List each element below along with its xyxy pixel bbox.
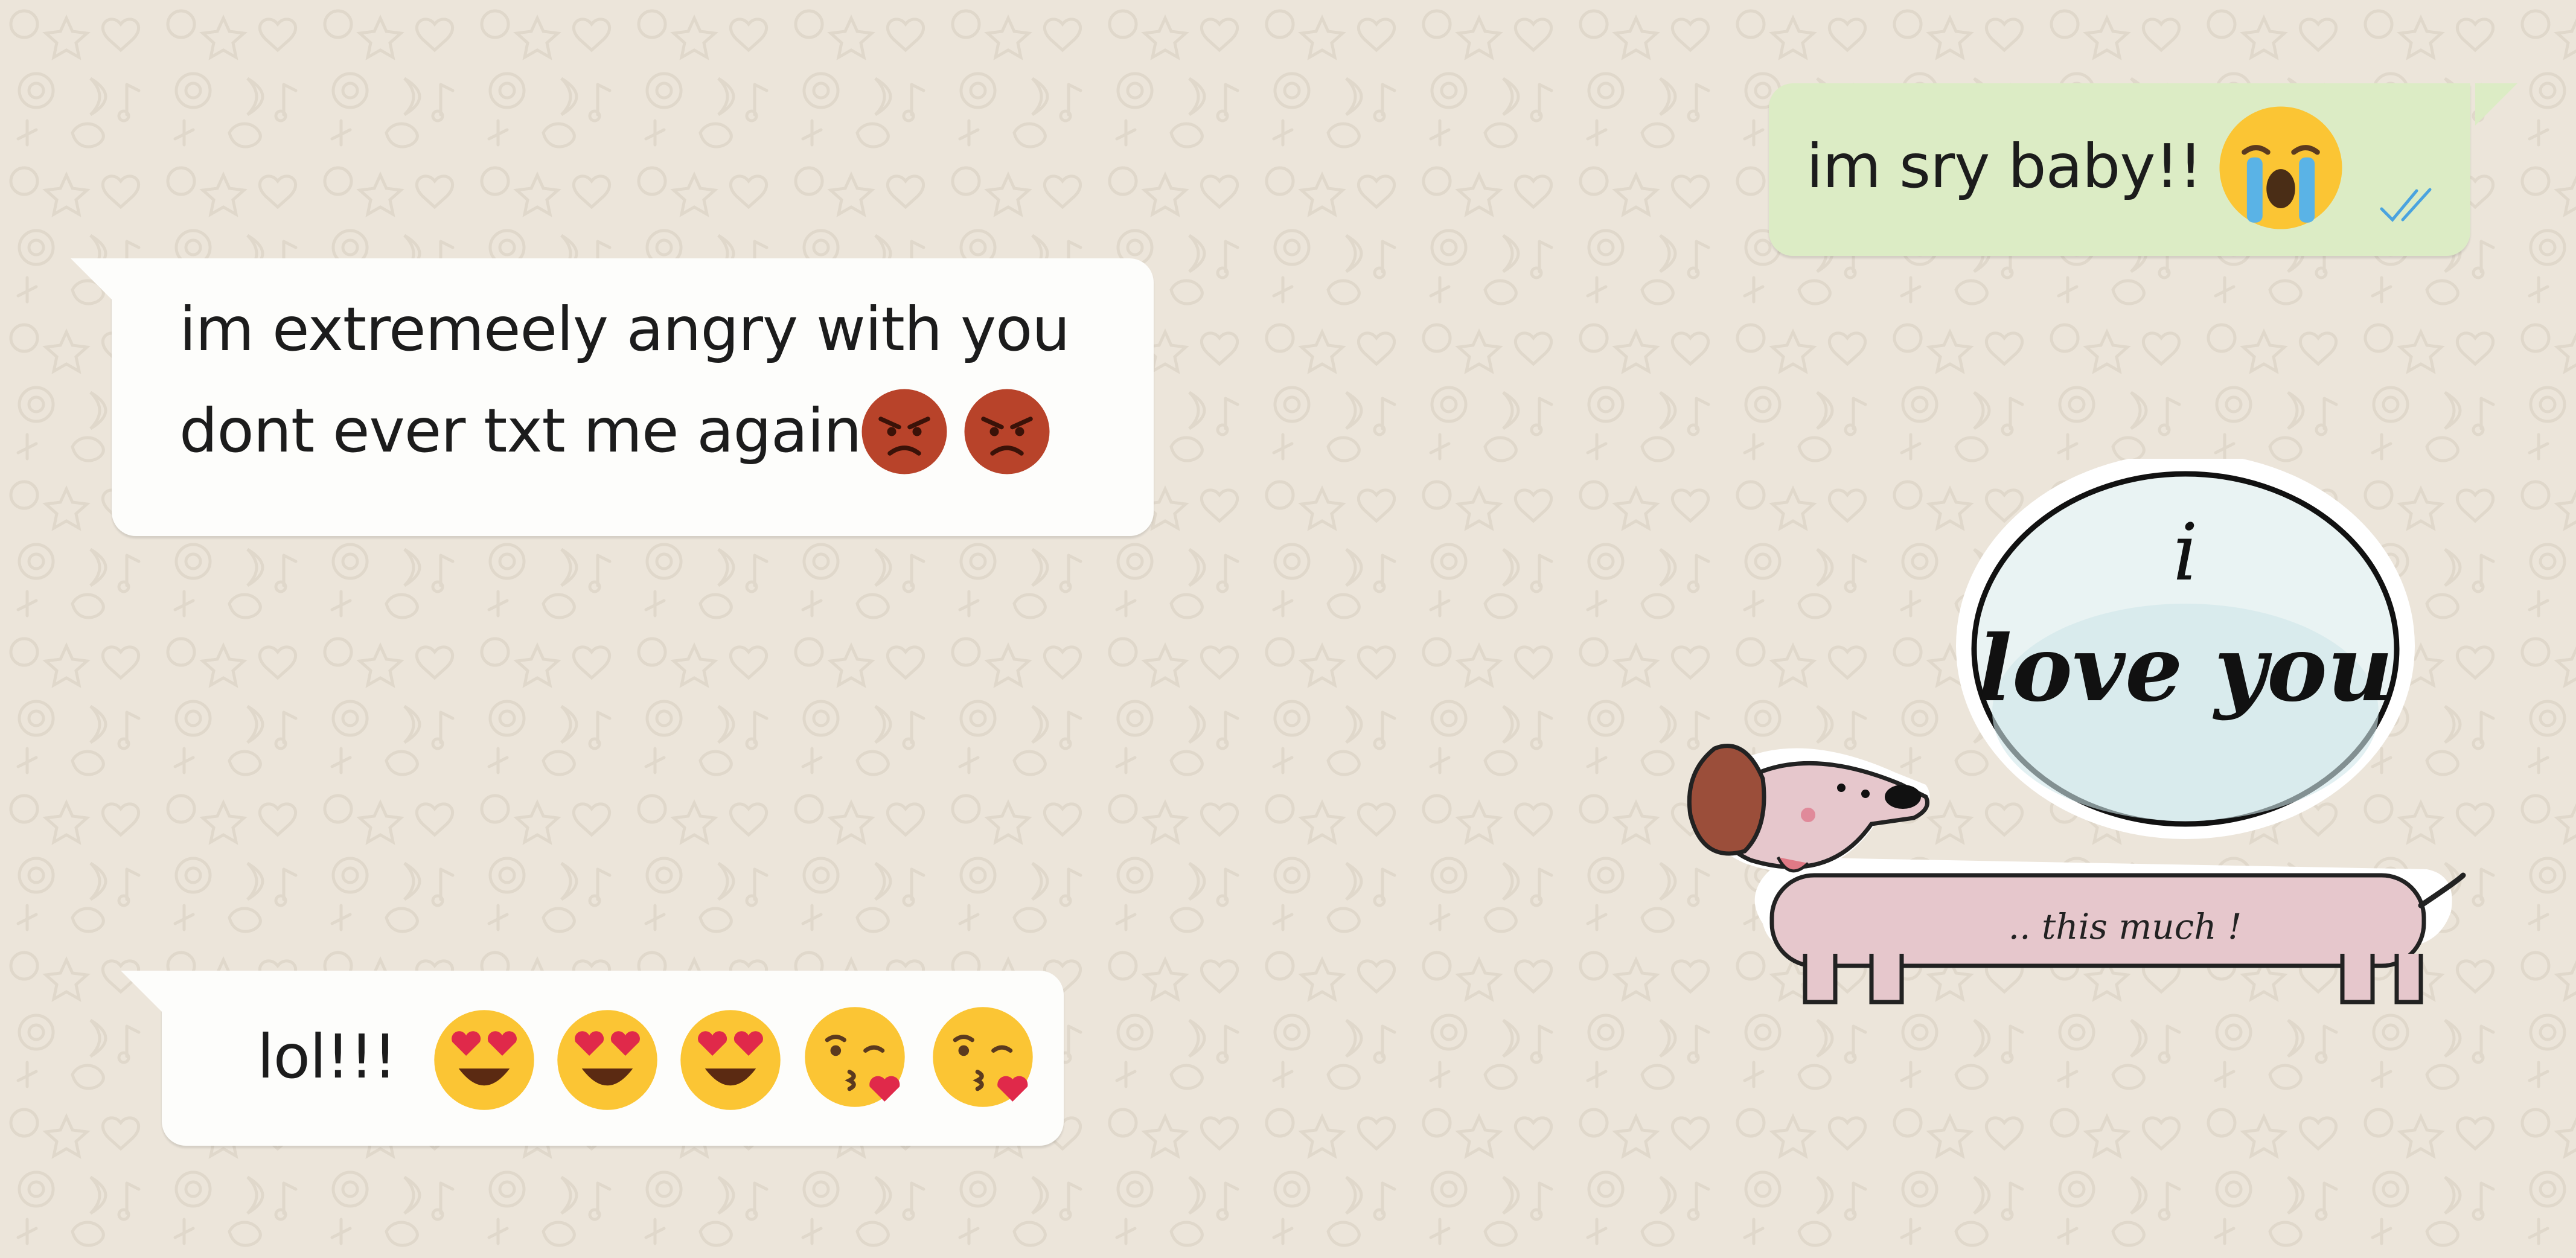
sticker-text-i: i bbox=[2173, 506, 2198, 598]
kissing-heart-face-icon bbox=[933, 1007, 1033, 1107]
sticker-text-this-much: .. this much ! bbox=[2009, 906, 2242, 947]
angry-face-icon bbox=[861, 389, 947, 474]
bubble-tail bbox=[2475, 83, 2517, 126]
kissing-heart-face-icon bbox=[805, 1007, 905, 1107]
heart-eyes-face-icon bbox=[434, 1010, 534, 1110]
message-incoming-2[interactable]: lol!!! bbox=[121, 971, 1064, 1146]
double-check-icon bbox=[2380, 188, 2432, 222]
message-text-line-2: dont ever txt me again bbox=[179, 395, 861, 466]
message-text: im sry baby!! bbox=[1806, 131, 2203, 202]
heart-eyes-face-icon bbox=[680, 1010, 781, 1110]
love-you-dog-sticker[interactable]: i love you .. this much ! bbox=[1666, 459, 2469, 1050]
bubble-tail bbox=[71, 258, 113, 301]
message-outgoing-1[interactable]: im sry baby!! bbox=[1769, 83, 2517, 256]
bubble-tail bbox=[121, 971, 163, 1013]
loudly-crying-face-icon bbox=[2219, 106, 2342, 229]
heart-eyes-face-icon bbox=[557, 1010, 657, 1110]
sticker-text-love-you: love you bbox=[1978, 616, 2393, 722]
message-text-line-1: im extremeely angry with you bbox=[179, 294, 1070, 365]
message-text: lol!!! bbox=[257, 1021, 397, 1092]
message-incoming-1[interactable]: im extremeely angry with you dont ever t… bbox=[71, 258, 1154, 536]
angry-face-icon bbox=[964, 389, 1050, 474]
